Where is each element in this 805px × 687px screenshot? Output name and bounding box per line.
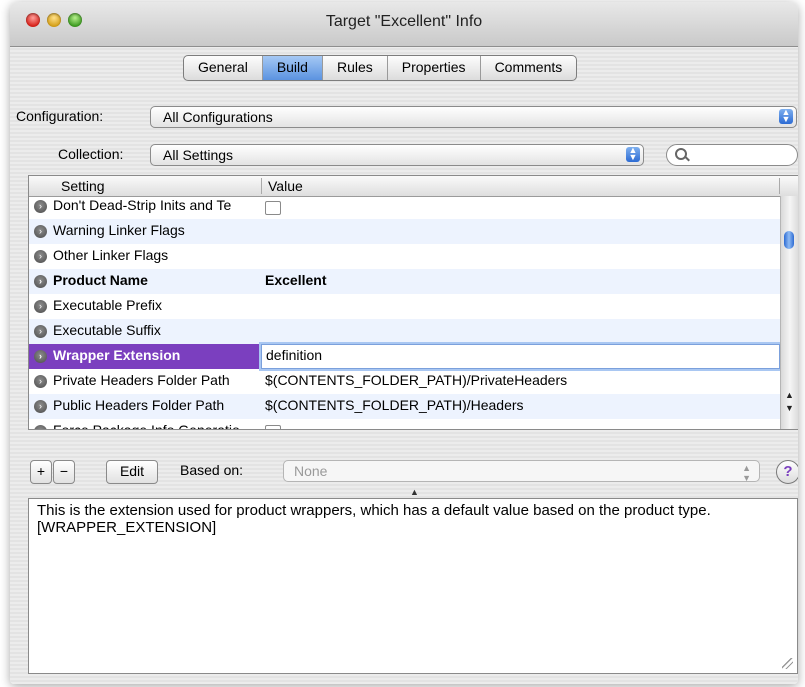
setting-name: Product Name (53, 272, 148, 288)
value-column-header[interactable]: Value (268, 178, 303, 194)
setting-info-icon[interactable]: › (34, 300, 47, 313)
table-row[interactable]: › Warning Linker Flags (29, 219, 780, 244)
setting-name: Public Headers Folder Path (53, 397, 225, 413)
setting-column-header[interactable]: Setting (61, 178, 105, 194)
setting-name: Executable Prefix (53, 297, 162, 313)
setting-info-icon[interactable]: › (34, 425, 47, 429)
setting-cell: › Executable Suffix (29, 319, 261, 344)
tab-properties[interactable]: Properties (388, 56, 481, 80)
tab-general[interactable]: General (184, 56, 263, 80)
setting-name: Wrapper Extension (53, 347, 181, 363)
tab-rules[interactable]: Rules (323, 56, 388, 80)
table-row[interactable]: › Other Linker Flags (29, 244, 780, 269)
setting-cell: › Product Name (29, 269, 261, 294)
vertical-scrollbar[interactable]: ▲ ▼ (780, 196, 798, 429)
setting-info-icon[interactable]: › (34, 375, 47, 388)
configuration-label: Configuration: (16, 108, 104, 124)
setting-cell: › Don't Dead-Strip Inits and Te (29, 194, 261, 219)
search-icon (675, 148, 687, 160)
setting-description: This is the extension used for product w… (37, 502, 711, 536)
split-view-handle-icon[interactable]: ▲ (410, 487, 419, 497)
setting-cell: › Force Package Info Generatio (29, 419, 261, 430)
tab-bar: General Build Rules Properties Comments (183, 55, 578, 81)
resize-grip-icon[interactable] (782, 658, 793, 669)
setting-checkbox[interactable] (265, 201, 281, 215)
setting-cell: › Executable Prefix (29, 294, 261, 319)
setting-checkbox[interactable] (265, 425, 281, 429)
tab-build[interactable]: Build (262, 56, 323, 80)
column-divider[interactable] (261, 178, 262, 194)
setting-info-icon[interactable]: › (34, 275, 47, 288)
table-row[interactable]: › Force Package Info Generatio (29, 419, 780, 430)
collection-value: All Settings (163, 147, 234, 163)
collection-label: Collection: (58, 146, 124, 162)
setting-info-icon[interactable]: › (34, 225, 47, 238)
setting-cell: › Wrapper Extension (29, 344, 261, 369)
setting-name: Don't Dead-Strip Inits and Te (53, 197, 232, 213)
build-settings-table: Setting Value › Don't Dead-Strip Inits a… (28, 175, 798, 430)
window-title: Target "Excellent" Info (325, 13, 483, 30)
setting-name: Executable Suffix (53, 322, 161, 338)
setting-info-icon[interactable]: › (34, 325, 47, 338)
setting-cell: › Other Linker Flags (29, 244, 261, 269)
setting-value: definition (266, 347, 323, 363)
table-row[interactable]: › Executable Prefix (29, 294, 780, 319)
search-field[interactable] (666, 144, 798, 166)
popup-arrows-icon: ▲ ▼ (779, 108, 793, 124)
edit-button[interactable]: Edit (106, 460, 158, 484)
based-on-popup: None ▲ ▼ (283, 460, 760, 483)
based-on-value: None (294, 463, 328, 479)
setting-description-panel: This is the extension used for product w… (28, 498, 798, 674)
help-button[interactable]: ? (776, 460, 798, 484)
based-on-label: Based on: (180, 462, 244, 478)
table-row[interactable]: › Executable Suffix (29, 319, 780, 344)
table-row[interactable]: › Public Headers Folder Path $(CONTENTS_… (29, 394, 780, 419)
tab-comments[interactable]: Comments (481, 56, 577, 80)
setting-name: Other Linker Flags (53, 247, 169, 263)
popup-arrows-icon: ▲ ▼ (742, 463, 751, 483)
setting-info-icon[interactable]: › (34, 200, 47, 213)
target-info-window: Target "Excellent" Info General Build Ru… (10, 2, 798, 684)
table-row[interactable]: › Private Headers Folder Path $(CONTENTS… (29, 369, 780, 394)
collection-popup[interactable]: All Settings ▲ ▼ (150, 144, 644, 166)
setting-value: Excellent (265, 272, 327, 288)
setting-name: Force Package Info Generatio (53, 422, 240, 430)
table-row-selected[interactable]: › Wrapper Extension definition (29, 344, 780, 369)
setting-info-icon[interactable]: › (34, 250, 47, 263)
setting-cell: › Public Headers Folder Path (29, 394, 261, 419)
table-row[interactable]: › Product Name Excellent (29, 269, 780, 294)
configuration-popup[interactable]: All Configurations ▲ ▼ (150, 106, 797, 128)
scroll-down-arrow-icon[interactable]: ▼ (785, 403, 794, 413)
setting-name: Private Headers Folder Path (53, 372, 230, 388)
configuration-value: All Configurations (163, 109, 273, 125)
setting-cell: › Private Headers Folder Path (29, 369, 261, 394)
table-row[interactable]: › Don't Dead-Strip Inits and Te (29, 194, 780, 219)
popup-arrows-icon: ▲ ▼ (626, 146, 640, 162)
setting-name: Warning Linker Flags (53, 222, 185, 238)
scroll-thumb[interactable] (784, 231, 794, 249)
column-divider (779, 178, 780, 194)
setting-value: $(CONTENTS_FOLDER_PATH)/PrivateHeaders (265, 372, 568, 388)
setting-value: $(CONTENTS_FOLDER_PATH)/Headers (265, 397, 524, 413)
scroll-up-arrow-icon[interactable]: ▲ (785, 390, 794, 400)
title-bar: Target "Excellent" Info (10, 2, 798, 47)
setting-info-icon[interactable]: › (34, 400, 47, 413)
remove-setting-button[interactable]: − (53, 460, 75, 484)
setting-cell: › Warning Linker Flags (29, 219, 261, 244)
value-edit-field[interactable]: definition (261, 344, 780, 369)
add-setting-button[interactable]: + (30, 460, 52, 484)
setting-info-icon[interactable]: › (34, 350, 47, 363)
